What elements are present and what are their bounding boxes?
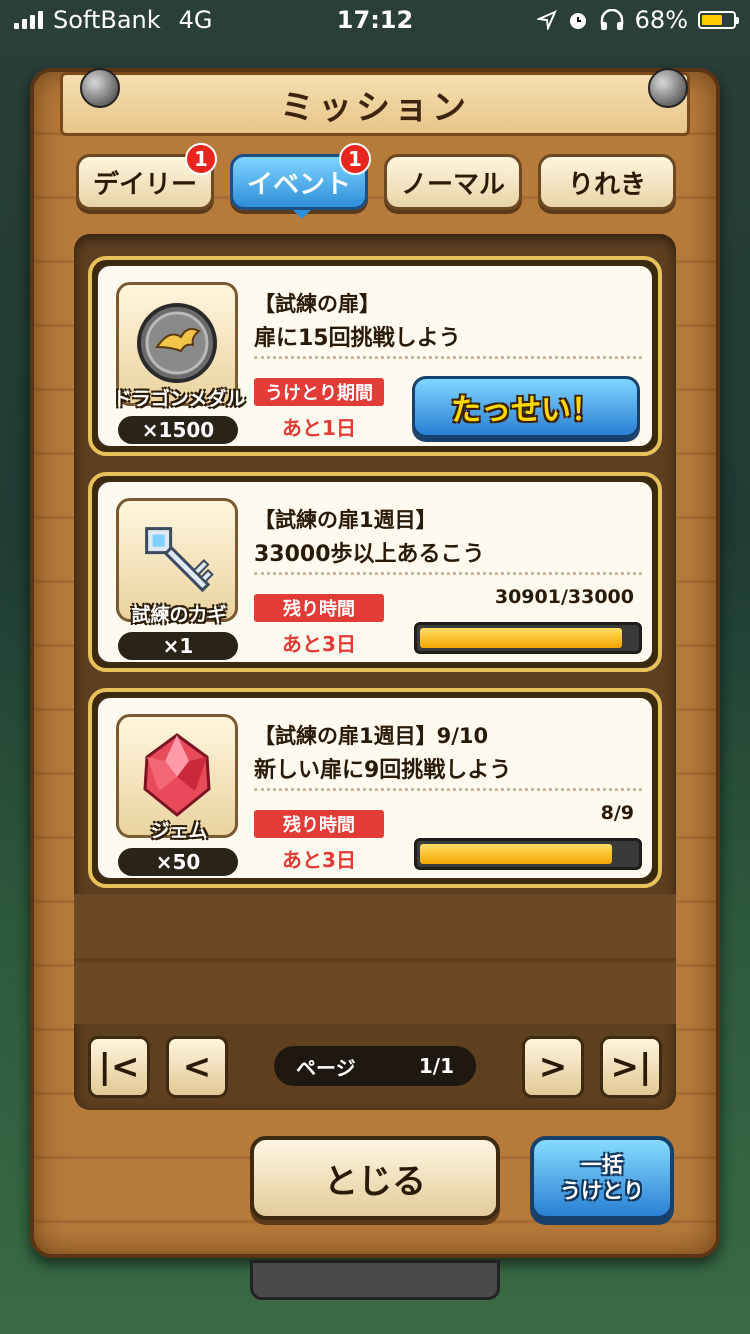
first-page-button[interactable]: |< bbox=[88, 1036, 150, 1098]
progress-text: 8/9 bbox=[600, 802, 634, 824]
page-label: ページ bbox=[296, 1055, 356, 1080]
alarm-icon bbox=[569, 13, 586, 29]
location-icon bbox=[536, 10, 557, 30]
tab-history[interactable]: りれき bbox=[538, 154, 676, 210]
divider bbox=[254, 572, 642, 575]
mission-desc: 33000歩以上あるこう bbox=[254, 542, 485, 567]
tab-label: ノーマル bbox=[400, 169, 505, 200]
mission-title: 【試練の扉1週目】9/10 bbox=[254, 724, 489, 748]
tab-event[interactable]: イベント 1 bbox=[230, 143, 371, 219]
tab-normal[interactable]: ノーマル bbox=[384, 154, 522, 210]
notification-badge: 1 bbox=[339, 143, 371, 175]
mission-list-empty bbox=[74, 894, 676, 1024]
progress-fill bbox=[420, 844, 613, 864]
reward-name: ドラゴンメダル bbox=[112, 388, 246, 410]
claim-all-label-2: うけとり bbox=[560, 1179, 644, 1203]
tab-label: りれき bbox=[567, 169, 646, 200]
progress-fill bbox=[420, 628, 623, 648]
claim-all-label-1: 一括 bbox=[581, 1153, 623, 1177]
achieve-button[interactable]: たっせい！ bbox=[412, 376, 640, 438]
page-value: 1/1 bbox=[418, 1054, 454, 1078]
period-label: うけとり期間 bbox=[254, 378, 384, 406]
reward-qty: ×1 bbox=[118, 632, 238, 660]
tab-label: デイリー bbox=[92, 169, 197, 200]
close-button[interactable]: とじる bbox=[250, 1136, 500, 1220]
period-value: あと3日 bbox=[282, 848, 356, 872]
headphones-icon bbox=[600, 9, 623, 30]
reward-qty: ×1500 bbox=[118, 416, 238, 444]
reward-name: ジェム bbox=[150, 820, 208, 842]
progress-text: 30901/33000 bbox=[494, 586, 634, 608]
status-bar: SoftBank 4G 17:12 68% bbox=[0, 0, 750, 40]
tab-label: イベント bbox=[246, 169, 351, 200]
prev-page-button[interactable]: < bbox=[166, 1036, 228, 1098]
mission-title: 【試練の扉1週目】 bbox=[254, 508, 437, 532]
battery-percent: 68% bbox=[634, 6, 688, 34]
hidden-tab bbox=[250, 1260, 500, 1300]
page-indicator: ページ 1/1 bbox=[274, 1046, 476, 1086]
progress-bar bbox=[414, 838, 642, 870]
mission-card: ドラゴンメダル ×1500 【試練の扉】 扉に15回挑戦しよう うけとり期間 あ… bbox=[88, 256, 662, 456]
mission-title: 【試練の扉】 bbox=[254, 292, 380, 316]
reward-name: 試練のカギ bbox=[131, 604, 227, 626]
period-label: 残り時間 bbox=[254, 594, 384, 622]
period-value: あと1日 bbox=[282, 416, 356, 440]
claim-all-button[interactable]: 一括 うけとり bbox=[530, 1136, 674, 1220]
period-value: あと3日 bbox=[282, 632, 356, 656]
divider bbox=[254, 356, 642, 359]
pin-icon bbox=[648, 68, 688, 108]
divider bbox=[254, 788, 642, 791]
next-page-button[interactable]: > bbox=[522, 1036, 584, 1098]
reward-qty: ×50 bbox=[118, 848, 238, 876]
last-page-button[interactable]: >| bbox=[600, 1036, 662, 1098]
pin-icon bbox=[80, 68, 120, 108]
mission-desc: 新しい扉に9回挑戦しよう bbox=[254, 758, 512, 783]
mission-card: ジェム ×50 【試練の扉1週目】9/10 新しい扉に9回挑戦しよう 残り時間 … bbox=[88, 688, 662, 888]
page-title: ミッション bbox=[60, 72, 690, 136]
mission-desc: 扉に15回挑戦しよう bbox=[254, 326, 461, 351]
period-label: 残り時間 bbox=[254, 810, 384, 838]
progress-bar bbox=[414, 622, 642, 654]
mission-card: 試練のカギ ×1 【試練の扉1週目】 33000歩以上あるこう 残り時間 あと3… bbox=[88, 472, 662, 672]
tab-daily[interactable]: デイリー 1 bbox=[76, 143, 217, 210]
notification-badge: 1 bbox=[185, 143, 217, 175]
battery-icon bbox=[698, 11, 739, 29]
